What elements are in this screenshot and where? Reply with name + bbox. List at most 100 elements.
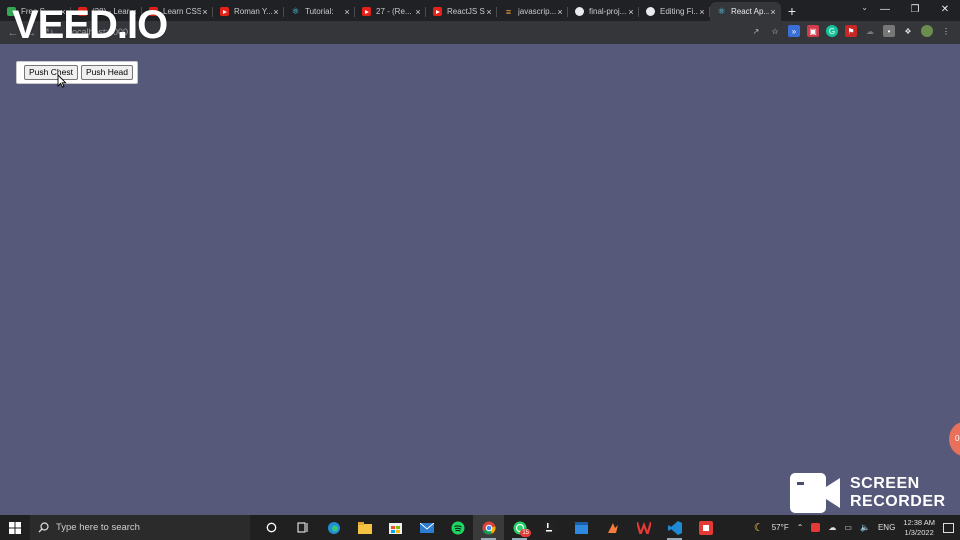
browser-tab[interactable]: ReactJS S...× [426,2,497,21]
browser-tab[interactable]: ⚛ React Ap... × [710,2,781,21]
calendar-icon[interactable] [566,515,597,540]
close-tab-icon[interactable]: × [556,7,564,17]
intellij-icon[interactable] [535,515,566,540]
chrome-icon[interactable] [473,515,504,540]
close-tab-icon[interactable]: × [272,7,280,17]
close-tab-icon[interactable]: × [627,7,635,17]
minimize-icon[interactable]: — [870,0,900,21]
tab-title: Learn CSS [163,7,201,16]
browser-menu-icon[interactable]: ⋮ [940,25,952,37]
task-view-icon[interactable] [287,515,318,540]
notification-center-icon[interactable] [943,522,954,533]
whatsapp-badge: 15 [520,529,531,537]
extension-gray-icon[interactable]: • [883,25,895,37]
file-explorer-icon[interactable] [349,515,380,540]
volume-icon[interactable]: 🔈 [860,523,870,532]
browser-tab[interactable]: Roman Y... × [213,2,284,21]
extension-forward-icon[interactable]: » [788,25,800,37]
close-tab-icon[interactable]: × [201,7,209,17]
react-icon: ⚛ [291,6,300,16]
extension-pocket-icon[interactable]: ▣ [807,25,819,37]
tab-title: 27 - (Re... [376,7,412,16]
weather-temperature[interactable]: 57°F [772,523,789,532]
tab-search-icon[interactable]: ⌄ [861,3,868,12]
bookmark-star-icon[interactable]: ☆ [769,25,781,37]
taskbar-search-box[interactable]: Type here to search [30,515,250,540]
browser-tab[interactable]: Editing Fi... × [639,2,710,21]
youtube-icon [433,7,442,16]
address-bar[interactable]: localhost:3000 [70,24,720,41]
veed-watermark-logo: VEED.IO [12,3,168,47]
extension-red-icon[interactable]: ⚑ [845,25,857,37]
browser-tab[interactable]: final-proj... × [568,2,639,21]
tab-title: Tutorial: [305,7,334,16]
tray-overflow-icon[interactable]: ⌃ [797,523,804,532]
start-button[interactable] [0,515,30,540]
whatsapp-icon[interactable]: 15 [504,515,535,540]
close-tab-icon[interactable]: × [769,7,777,17]
restore-icon[interactable]: ❐ [900,0,930,21]
youtube-icon [220,7,229,16]
clock-time: 12:38 AM [903,517,935,527]
taskbar-apps: 15 [256,515,721,540]
tab-title: React Ap... [731,7,769,16]
close-tab-icon[interactable]: × [698,7,706,17]
close-tab-icon[interactable]: × [343,7,351,17]
edge-icon[interactable] [318,515,349,540]
spotify-icon[interactable] [442,515,473,540]
tab-title: Roman Y... [234,7,272,16]
extension-grammarly-icon[interactable]: G [826,25,838,37]
tab-title: final-proj... [589,7,627,16]
language-indicator[interactable]: ENG [878,523,895,532]
browser-tab[interactable]: ⚛ Tutorial: × [284,2,355,21]
close-tab-icon[interactable]: × [414,7,422,17]
battery-icon[interactable]: ▭ [844,523,852,532]
push-head-button[interactable]: Push Head [80,65,134,80]
search-placeholder: Type here to search [56,522,140,533]
toolbar-extensions: ↗ ☆ » ▣ G ⚑ ☁ • ❖ ⋮ [750,25,952,37]
youtube-icon [362,7,371,16]
system-tray: ☾ 57°F ⌃ ☁ ▭ 🔈 ENG 12:38 AM 1/3/2022 [754,515,960,540]
share-icon[interactable]: ↗ [750,25,762,37]
profile-avatar-icon[interactable] [921,25,933,37]
mouse-cursor-icon [57,74,67,88]
button-panel: Push Chest Push Head [16,61,138,84]
react-icon: ⚛ [717,6,726,16]
search-icon [38,522,49,533]
tab-title: Editing Fi... [660,7,698,16]
video-camera-icon [790,473,840,513]
screen-recorder-text: SCREEN RECORDER [850,475,946,511]
windows-taskbar: Type here to search 15 ☾ 57°F ⌃ ☁ ▭ 🔈 EN… [0,515,960,540]
screen-recorder-app-icon[interactable] [690,515,721,540]
recorder-line-2: RECORDER [850,493,946,510]
close-window-icon[interactable]: ✕ [930,0,960,21]
wps-office-icon[interactable] [628,515,659,540]
vscode-icon[interactable] [659,515,690,540]
new-tab-button[interactable]: + [781,2,803,21]
window-controls: — ❐ ✕ [870,0,960,21]
tray-recorder-icon[interactable] [811,523,821,532]
stackoverflow-icon: ≡ [505,6,512,17]
postman-icon[interactable] [597,515,628,540]
extensions-puzzle-icon[interactable]: ❖ [902,25,914,37]
tab-title: javascrip... [518,7,556,16]
recorder-line-1: SCREEN [850,475,920,492]
extension-cloud-icon[interactable]: ☁ [864,25,876,37]
cortana-icon[interactable] [256,515,287,540]
github-icon [575,7,584,16]
onedrive-icon[interactable]: ☁ [828,523,836,532]
close-tab-icon[interactable]: × [485,7,493,17]
clock[interactable]: 12:38 AM 1/3/2022 [903,518,935,538]
push-chest-button[interactable]: Push Chest [24,65,78,80]
browser-tab[interactable]: ≡ javascrip... × [497,2,568,21]
recording-indicator: 00 [949,422,960,456]
screen-recorder-badge: SCREEN RECORDER [790,473,946,513]
microsoft-store-icon[interactable] [380,515,411,540]
browser-tab[interactable]: 27 - (Re... × [355,2,426,21]
github-icon [646,7,655,16]
tab-title: ReactJS S... [447,7,485,16]
weather-moon-icon[interactable]: ☾ [754,521,764,534]
clock-date: 1/3/2022 [904,527,934,537]
windows-logo-icon [9,521,21,534]
mail-icon[interactable] [411,515,442,540]
